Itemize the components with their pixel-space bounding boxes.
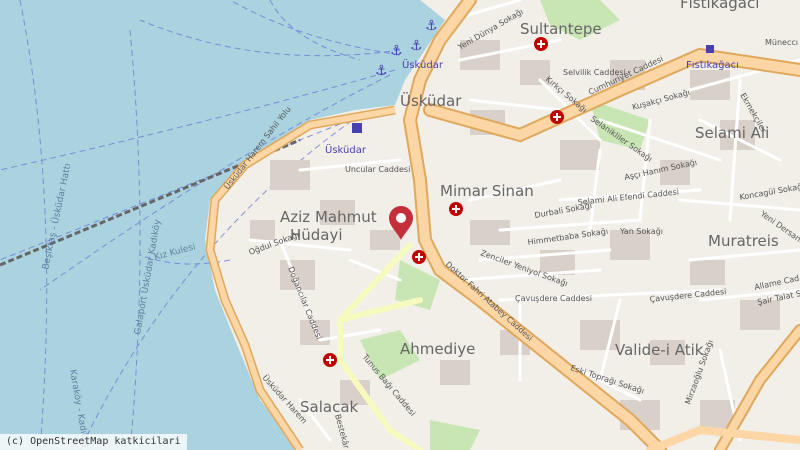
svg-text:⚓: ⚓ [425,18,438,34]
district-label-mimar-sinan: Mimar Sinan [440,182,534,200]
hospital-icon [412,250,426,264]
district-label-sultantepe: Sultantepe [520,20,602,38]
street-label: Selvilik Caddesi [563,68,626,77]
district-label-valide-i-atik: Valide-i Atik [615,341,704,359]
hospital-icon [534,37,548,51]
hospital-icon [550,110,564,124]
svg-text:⚓: ⚓ [410,38,423,54]
street-label: Müneccı [765,38,798,47]
svg-text:⚓: ⚓ [390,43,403,59]
district-label-uskudar: Üsküdar [400,91,462,110]
street-label: Yan Sokağı [619,227,663,236]
district-label-fistikagaci: Fıstıkağacı [680,0,759,12]
street-label: Çavuşdere Caddesi [515,294,592,303]
station-label-ferry: Üsküdar [402,58,444,71]
district-label-ahmediye: Ahmediye [400,340,475,358]
district-label-salacak: Salacak [300,398,359,416]
svg-text:⚓: ⚓ [375,63,388,79]
map-view[interactable]: Üsküdar Sultantepe Fıstıkağacı Selami Al… [0,0,800,450]
district-label-aziz-mahmut: Aziz Mahmut [280,208,377,226]
station-label-fistikagaci: Fıstıkağacı [686,59,739,71]
station-label-metro: Üsküdar [325,143,367,156]
map-attribution[interactable]: (c) OpenStreetMap katkicilari [0,434,187,450]
district-label-muratreis: Muratreis [708,232,779,250]
street-label: Uncular Caddesi [345,165,410,174]
hospital-icon [449,202,463,216]
hospital-icon [323,353,337,367]
